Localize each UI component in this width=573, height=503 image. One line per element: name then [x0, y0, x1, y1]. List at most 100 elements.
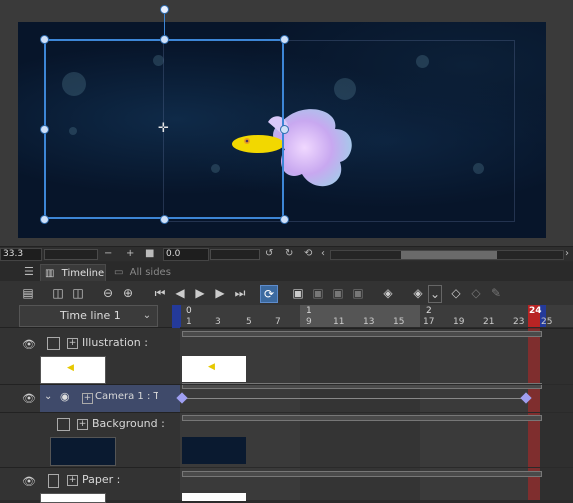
- enable-keyframes-icon[interactable]: ◈: [380, 285, 396, 301]
- scroll-right-icon[interactable]: ›: [565, 247, 569, 260]
- handle-bottom-right[interactable]: [280, 215, 289, 224]
- scroll-left-icon[interactable]: ‹: [321, 247, 325, 260]
- track-range-bar: [182, 331, 542, 337]
- play-icon[interactable]: ▶: [192, 285, 208, 301]
- rotation-handle[interactable]: [160, 5, 169, 14]
- timeline-selector[interactable]: Time line 1: [19, 305, 158, 327]
- zoom-out-button[interactable]: −: [104, 247, 112, 260]
- add-keyframe-icon[interactable]: ◈: [410, 285, 426, 301]
- layer-row-background[interactable]: + Background :: [0, 412, 180, 468]
- rotation-angle-field[interactable]: 0.0: [163, 248, 209, 261]
- frame-label: 5: [246, 317, 252, 327]
- first-frame-icon[interactable]: ⏮: [152, 285, 168, 301]
- frame-label: 9: [306, 317, 312, 327]
- cel-order-icon[interactable]: ▣: [350, 285, 366, 301]
- visibility-eye-icon[interactable]: 👁: [22, 338, 36, 351]
- layer-row-camera[interactable]: 👁 ⌄ ◉ + Camera 1 : Tran: [0, 384, 180, 412]
- second-label: 0: [186, 306, 192, 316]
- zoom-slider[interactable]: [44, 249, 98, 260]
- layer-name: Illustration :: [82, 336, 148, 349]
- track-range-bar: [182, 415, 542, 421]
- frame-label: 17: [423, 317, 435, 327]
- cel-thumbnail[interactable]: [182, 437, 246, 464]
- pen-icon[interactable]: ✎: [488, 285, 504, 301]
- visibility-eye-icon[interactable]: 👁: [22, 392, 36, 405]
- frame-label: 13: [363, 317, 375, 327]
- layer-name: Paper :: [82, 473, 121, 486]
- frame-label: 23: [513, 317, 525, 327]
- handle-middle-left[interactable]: [40, 125, 49, 134]
- frame-label: 1: [186, 317, 192, 327]
- collapse-chevron-icon[interactable]: ⌄: [44, 391, 52, 402]
- time-ruler[interactable]: 0 1 2 24 1 3 5 7 9 11 13 15 17 19 21 23 …: [172, 305, 573, 329]
- start-marker[interactable]: [172, 305, 181, 328]
- previous-frame-icon[interactable]: ◀: [172, 285, 188, 301]
- horizontal-scrollbar[interactable]: [330, 250, 564, 260]
- keyframe-interpolation-icon[interactable]: ◇: [448, 285, 464, 301]
- zoom-in-button[interactable]: +: [126, 247, 134, 260]
- timeline-tab-icon: ▥: [45, 268, 55, 279]
- fish-thumb-icon: ◀: [208, 362, 215, 372]
- layer-row-paper[interactable]: 👁 + Paper :: [0, 467, 180, 503]
- expand-plus-icon[interactable]: +: [77, 419, 88, 430]
- cel-thumbnail[interactable]: ◀: [182, 356, 246, 382]
- frame-label: 21: [483, 317, 495, 327]
- edit-frame-icon[interactable]: ◫: [70, 285, 86, 301]
- panel-menu-icon[interactable]: ☰: [24, 265, 34, 278]
- clear-keyframe-icon[interactable]: ◇: [468, 285, 484, 301]
- handle-middle-right[interactable]: [280, 125, 289, 134]
- frame-label: 15: [393, 317, 405, 327]
- paper-track[interactable]: [180, 467, 573, 501]
- timeline-dropdown-arrow[interactable]: ⌄: [140, 306, 154, 326]
- frame-label: 11: [333, 317, 345, 327]
- last-frame-icon[interactable]: ⏭: [232, 285, 248, 301]
- frame-label: 3: [215, 317, 221, 327]
- fit-icon[interactable]: ■: [145, 247, 154, 260]
- keyframe-dropdown-icon[interactable]: ⌄: [428, 285, 442, 303]
- zoom-out-icon[interactable]: ⊖: [100, 285, 116, 301]
- next-frame-icon[interactable]: ▶: [212, 285, 228, 301]
- layer-name: Camera 1 : Tran: [95, 391, 158, 402]
- tab-label: Timeline: [61, 268, 105, 279]
- handle-top-left[interactable]: [40, 35, 49, 44]
- onion-skin-icon[interactable]: ▣: [330, 285, 346, 301]
- specify-cels-icon[interactable]: ▣: [310, 285, 326, 301]
- rotate-right-icon[interactable]: ↻: [285, 247, 293, 260]
- scrollbar-thumb[interactable]: [401, 251, 497, 259]
- illustration-track[interactable]: ◀: [180, 327, 573, 389]
- frame-label: 19: [453, 317, 465, 327]
- second-label: 1: [306, 306, 312, 316]
- handle-bottom-left[interactable]: [40, 215, 49, 224]
- second-label: 2: [426, 306, 432, 316]
- layer-row-illustration[interactable]: 👁 + Illustration : ◀: [0, 327, 180, 384]
- frame-rate-icon[interactable]: ◫: [50, 285, 66, 301]
- handle-top-right[interactable]: [280, 35, 289, 44]
- background-track[interactable]: [180, 412, 573, 468]
- zoom-field[interactable]: 33.3: [0, 248, 42, 261]
- layer-thumbnail: [40, 493, 106, 503]
- expand-plus-icon[interactable]: +: [67, 338, 78, 349]
- expand-plus-icon[interactable]: +: [67, 475, 78, 486]
- camera-icon: ◉: [60, 390, 70, 403]
- new-timeline-icon[interactable]: ▤: [20, 285, 36, 301]
- canvas-area[interactable]: ✛: [0, 0, 573, 246]
- zoom-in-icon[interactable]: ⊕: [120, 285, 136, 301]
- panel-tab-bar: ☰ ▥ Timeline ▭ All sides view: [0, 262, 573, 295]
- rotation-slider[interactable]: [210, 249, 260, 260]
- center-crosshair-icon[interactable]: ✛: [158, 122, 169, 135]
- tab-all-sides-view[interactable]: ▭ All sides view: [110, 264, 194, 295]
- expand-plus-icon[interactable]: +: [82, 393, 93, 404]
- new-animation-cel-icon[interactable]: ▣: [290, 285, 306, 301]
- layer-name: Background :: [92, 417, 165, 430]
- handle-bottom-center[interactable]: [160, 215, 169, 224]
- keyframe-diamond[interactable]: [520, 392, 532, 404]
- layer-type-icon: [57, 418, 70, 431]
- handle-top-center[interactable]: [160, 35, 169, 44]
- reset-rotation-icon[interactable]: ⟲: [304, 247, 312, 260]
- rotate-left-icon[interactable]: ↺: [265, 247, 273, 260]
- track-range-bar: [182, 471, 542, 477]
- loop-icon[interactable]: ⟳: [260, 285, 278, 303]
- tab-timeline[interactable]: ▥ Timeline: [40, 264, 106, 282]
- visibility-eye-icon[interactable]: 👁: [22, 475, 36, 488]
- camera-track[interactable]: [176, 384, 573, 412]
